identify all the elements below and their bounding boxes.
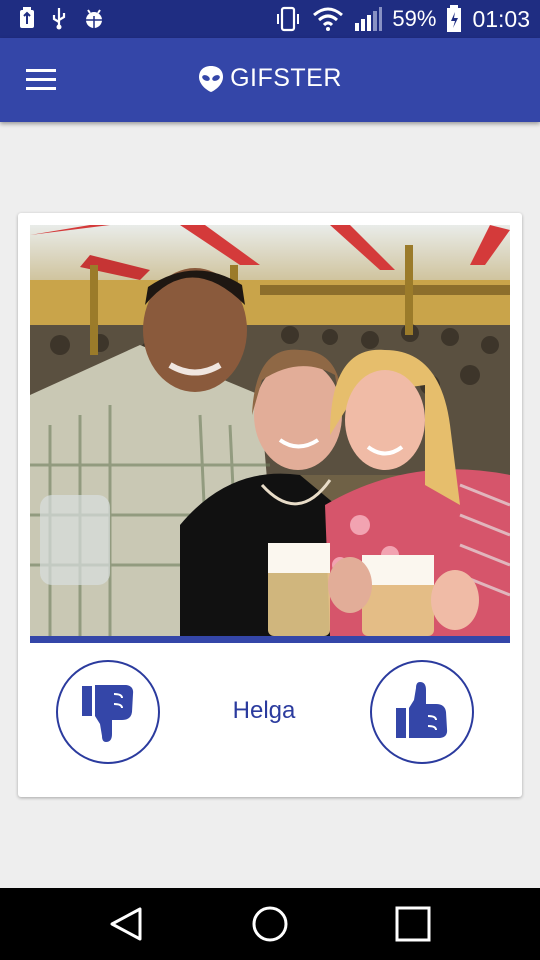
android-debug-icon — [84, 9, 104, 28]
status-bar: 59% 01:03 — [0, 0, 540, 38]
like-button[interactable] — [370, 660, 474, 764]
back-icon — [110, 907, 142, 941]
signal-icon — [355, 7, 383, 31]
alien-head-icon — [199, 65, 224, 92]
photo-divider — [30, 636, 510, 643]
home-icon — [252, 906, 288, 942]
system-icons: 59% 01:03 — [274, 5, 530, 33]
profile-card: Helga — [18, 213, 522, 797]
home-button[interactable] — [252, 906, 288, 942]
thumbs-down-icon — [82, 685, 134, 742]
notification-icons — [18, 6, 106, 30]
dislike-button[interactable] — [56, 660, 160, 764]
usb-icon — [52, 8, 66, 30]
thumbs-up-icon — [396, 682, 448, 738]
battery-percent: 59% — [392, 6, 437, 31]
clock: 01:03 — [472, 6, 530, 32]
app-bar: GIFSTER — [0, 38, 540, 122]
vibrate-icon — [277, 6, 300, 32]
recents-icon — [395, 906, 431, 942]
back-button[interactable] — [108, 906, 144, 942]
profile-name: Helga — [232, 697, 296, 724]
wifi-icon — [313, 7, 344, 31]
app-brand: GIFSTER — [0, 64, 540, 93]
recents-button[interactable] — [395, 906, 431, 942]
profile-photo[interactable] — [30, 225, 510, 636]
usb-icon — [20, 7, 34, 28]
battery-charging-icon — [447, 5, 462, 32]
navigation-bar — [0, 888, 540, 960]
app-title: GIFSTER — [230, 64, 342, 92]
